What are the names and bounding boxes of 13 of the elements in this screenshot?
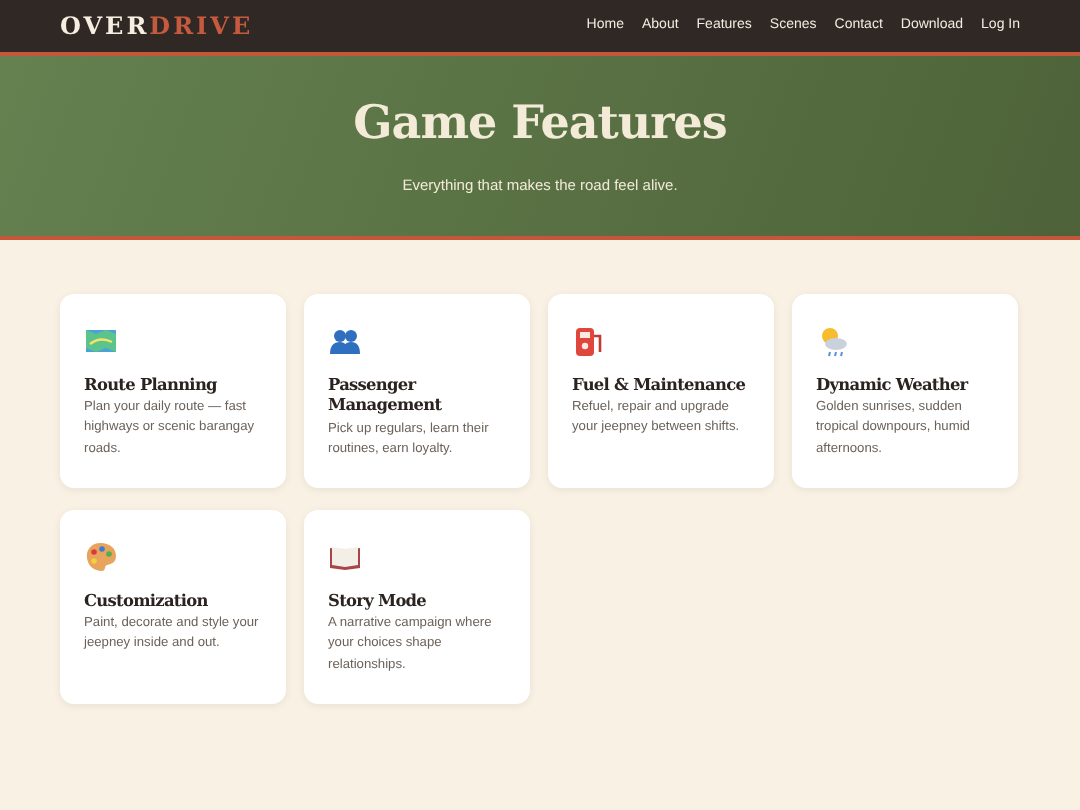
page-title: Game Features: [353, 95, 727, 151]
people-icon: [328, 324, 362, 358]
feature-title: Dynamic Weather: [816, 374, 971, 395]
feature-title: Route Planning: [84, 374, 219, 395]
weather-icon: [816, 324, 850, 358]
map-icon: [84, 324, 118, 358]
fuel-pump-icon: [572, 324, 606, 358]
feature-title: Story Mode: [328, 590, 429, 611]
feature-title: Passenger Management: [328, 374, 444, 415]
brand-logo[interactable]: OVERDRIVE: [60, 8, 254, 44]
palette-icon: [84, 540, 118, 574]
feature-title: Customization: [84, 590, 210, 611]
feature-title: Fuel & Maintenance: [572, 374, 748, 395]
